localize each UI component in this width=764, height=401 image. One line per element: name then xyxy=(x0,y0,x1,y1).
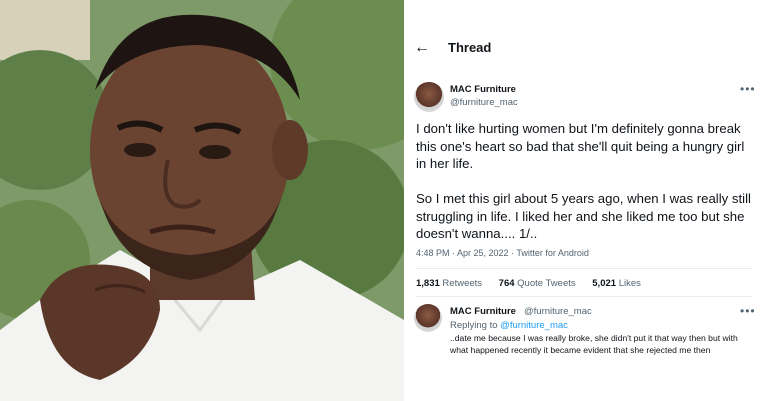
likes-count: 5,021 xyxy=(592,278,617,289)
tweet-thread-panel: ← Thread MAC Furniture @furniture_mac ••… xyxy=(404,0,764,401)
tweet-stats: 1,831 Retweets 764 Quote Tweets 5,021 Li… xyxy=(416,278,655,289)
tweet-text: I don't like hurting women but I'm defin… xyxy=(416,120,751,260)
divider xyxy=(416,296,752,297)
retweets-stat[interactable]: 1,831 Retweets xyxy=(416,278,482,289)
replying-mention[interactable]: @furniture_mac xyxy=(500,320,568,331)
quotes-label: Quote Tweets xyxy=(517,278,576,289)
retweets-label: Retweets xyxy=(442,278,483,289)
likes-stat[interactable]: 5,021 Likes xyxy=(592,278,641,289)
avatar[interactable] xyxy=(414,82,444,112)
replying-prefix: Replying to xyxy=(450,320,498,331)
tweet-timestamp[interactable]: 4:48 PM · Apr 25, 2022 · Twitter for And… xyxy=(416,248,589,258)
retweets-count: 1,831 xyxy=(416,278,440,289)
quotes-count: 764 xyxy=(498,278,515,289)
tweet-paragraph-2: So I met this girl about 5 years ago, wh… xyxy=(416,191,751,241)
tweet-display-name[interactable]: MAC Furniture xyxy=(450,84,516,95)
quotes-stat[interactable]: 764 Quote Tweets xyxy=(499,278,576,289)
thread-header: ← Thread xyxy=(404,34,764,64)
arrow-left-icon[interactable]: ← xyxy=(414,38,430,58)
reply-display-name[interactable]: MAC Furniture xyxy=(450,306,516,317)
portrait-photo xyxy=(0,0,404,401)
likes-label: Likes xyxy=(618,278,641,289)
divider xyxy=(416,268,752,269)
replying-to: Replying to @furniture_mac xyxy=(450,320,568,331)
more-horizontal-icon[interactable]: ••• xyxy=(740,82,756,96)
portrait-illustration xyxy=(0,0,404,401)
tweet-paragraph-1: I don't like hurting women but I'm defin… xyxy=(416,121,745,171)
reply-handle[interactable]: @furniture_mac xyxy=(524,306,592,317)
reply-text: ..date me because I was really broke, sh… xyxy=(450,333,738,355)
tweet-handle[interactable]: @furniture_mac xyxy=(450,97,518,108)
avatar[interactable] xyxy=(414,304,442,332)
page-title: Thread xyxy=(448,40,492,55)
more-horizontal-icon[interactable]: ••• xyxy=(740,304,756,318)
